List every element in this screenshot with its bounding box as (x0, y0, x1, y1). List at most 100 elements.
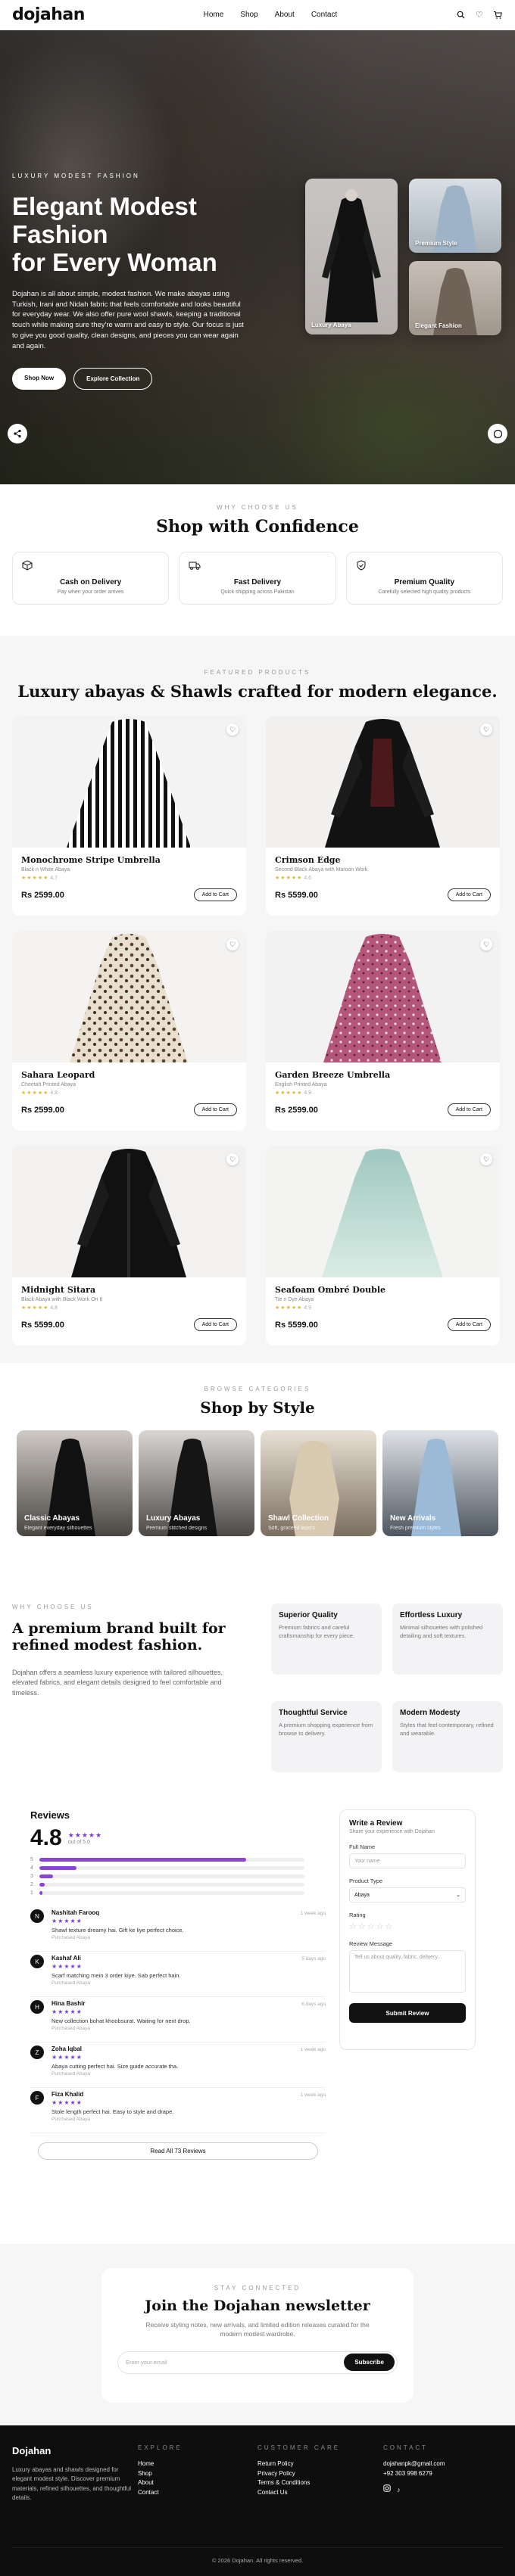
product-card[interactable]: ♡ Monochrome Stripe Umbrella Black n Whi… (12, 716, 246, 916)
footer-link-shop[interactable]: Shop (138, 2469, 258, 2479)
footer-link-contact[interactable]: Contact (138, 2488, 258, 2498)
subscribe-button[interactable]: Subscribe (344, 2354, 395, 2372)
submit-review-button[interactable]: Submit Review (349, 2003, 466, 2023)
product-price: Rs 5599.00 (275, 1320, 318, 1330)
footer-phone[interactable]: +92 303 998 6279 (383, 2469, 445, 2479)
footer-email[interactable]: dojahanpk@gmail.com (383, 2459, 445, 2469)
premium-card-desc: Minimal silhouettes with polished detail… (400, 1624, 483, 1639)
rating-bar-row: 4 (30, 1864, 326, 1872)
wishlist-heart-icon[interactable]: ♡ (226, 938, 239, 950)
footer-link-return-policy[interactable]: Return Policy (258, 2459, 383, 2469)
footer-link-privacy-policy[interactable]: Privacy Policy (258, 2469, 383, 2479)
rating-value: 4.8 (50, 1305, 58, 1311)
field-label: Review Message (349, 1940, 393, 1947)
product-type-select[interactable]: Abaya ⌄ (349, 1887, 466, 1902)
rating-value: 4.7 (50, 876, 58, 881)
form-title: Write a Review (349, 1819, 403, 1828)
instagram-icon[interactable] (383, 2484, 391, 2495)
wishlist-heart-icon[interactable]: ♡ (480, 938, 492, 950)
section-title: Shop with Confidence (156, 517, 359, 537)
category-desc: Fresh premium styles (390, 1526, 441, 1531)
tiktok-icon[interactable]: ♪ (397, 2484, 401, 2495)
newsletter-form: Enter your email Subscribe (117, 2350, 398, 2374)
logo[interactable]: dojahan (12, 5, 85, 24)
hero-description: Dojahan is all about simple, modest fash… (12, 289, 244, 350)
feature-desc: Pay when your order arrives (57, 590, 124, 595)
footer-link-home[interactable]: Home (138, 2459, 258, 2469)
premium-card-title: Effortless Luxury (400, 1611, 463, 1619)
review-text: Scarf matching mein 3 order kiye. Sab pe… (52, 1972, 181, 1979)
category-card[interactable]: New Arrivals Fresh premium styles (382, 1430, 498, 1536)
star-icons: ★★★★★ (275, 876, 303, 881)
product-card[interactable]: ♡ Crimson Edge Second Black Abaya with M… (266, 716, 500, 916)
category-card[interactable]: Luxury Abayas Premium stitched designs (139, 1430, 254, 1536)
explore-collection-button[interactable]: Explore Collection (73, 368, 153, 390)
product-name: Monochrome Stripe Umbrella (21, 855, 161, 865)
review-verified: Purchased Abaya (52, 2071, 90, 2077)
nav-link-contact[interactable]: Contact (311, 11, 337, 19)
wishlist-heart-icon[interactable]: ♡ (480, 723, 492, 736)
footer-link-terms[interactable]: Terms & Conditions (258, 2478, 383, 2488)
star-icons: ★★★★★ (52, 2099, 83, 2106)
wishlist-heart-icon[interactable]: ♡ (226, 723, 239, 736)
whatsapp-icon[interactable] (488, 424, 507, 443)
review-verified: Purchased Abaya (52, 2117, 90, 2122)
footer-link-contact-us[interactable]: Contact Us (258, 2488, 383, 2498)
add-to-cart-button[interactable]: Add to Cart (447, 1103, 491, 1116)
add-to-cart-button[interactable]: Add to Cart (447, 1318, 491, 1331)
email-input[interactable]: Enter your email (126, 2359, 344, 2366)
product-card[interactable]: ♡ Midnight Sitara Black Abaya with Black… (12, 1146, 246, 1346)
product-info: Crimson Edge Second Black Abaya with Mar… (266, 848, 500, 909)
section-kicker: STAY CONNECTED (214, 2285, 301, 2291)
product-subtitle: Second Black Abaya with Maroon Work (275, 867, 368, 873)
shop-now-button[interactable]: Shop Now (12, 368, 67, 390)
share-icon[interactable] (8, 424, 27, 443)
premium-card-title: Superior Quality (279, 1611, 338, 1619)
rating-bar-track (39, 1866, 304, 1870)
product-card[interactable]: ♡ Seafoam Ombré Double Tie n Dye Abaya ★… (266, 1146, 500, 1346)
add-to-cart-button[interactable]: Add to Cart (193, 1103, 237, 1116)
search-icon[interactable] (456, 10, 467, 20)
review-message-textarea[interactable]: Tell us about quality, fabric, delivery.… (349, 1950, 466, 1993)
category-card[interactable]: Shawl Collection Soft, graceful layers (261, 1430, 376, 1536)
cart-icon[interactable] (492, 10, 503, 20)
add-to-cart-button[interactable]: Add to Cart (193, 1318, 237, 1331)
footer-logo[interactable]: Dojahan (12, 2444, 138, 2459)
category-card[interactable]: Classic Abayas Elegant everyday silhouet… (17, 1430, 133, 1536)
hero-card-premium-style[interactable]: Premium Style (409, 179, 501, 253)
add-to-cart-button[interactable]: Add to Cart (447, 888, 491, 901)
rating-bar-label: 2 (30, 1882, 33, 1887)
hero-title-line: Elegant Modest (12, 192, 197, 220)
footer-link-about[interactable]: About (138, 2478, 258, 2488)
rating-bar-track (39, 1874, 304, 1878)
product-card[interactable]: ♡ Garden Breeze Umbrella English Printed… (266, 931, 500, 1131)
rating-bar-row: 3 (30, 1872, 326, 1881)
abaya-illustration (323, 934, 442, 1062)
heart-icon[interactable]: ♡ (474, 10, 485, 20)
product-name: Sahara Leopard (21, 1070, 95, 1080)
wishlist-heart-icon[interactable]: ♡ (480, 1153, 492, 1165)
box-icon (22, 560, 33, 573)
hero-card-elegant-fashion[interactable]: Elegant Fashion (409, 261, 501, 335)
name-input[interactable]: Your name (349, 1853, 466, 1868)
product-card[interactable]: ♡ Sahara Leopard Cheetah Printed Abaya ★… (12, 931, 246, 1131)
nav-link-shop[interactable]: Shop (240, 11, 258, 19)
add-to-cart-button[interactable]: Add to Cart (193, 888, 237, 901)
read-all-reviews-button[interactable]: Read All 73 Reviews (38, 2142, 318, 2160)
product-rating: ★★★★★ 4.8 (21, 1305, 237, 1311)
category-desc: Elegant everyday silhouettes (24, 1526, 92, 1531)
wishlist-heart-icon[interactable]: ♡ (226, 1153, 239, 1165)
rating-star-input[interactable]: ☆☆☆☆☆ (349, 1921, 466, 1931)
feature-title: Premium Quality (394, 578, 455, 586)
abaya-illustration (71, 1149, 186, 1277)
footer-brand: Dojahan Luxury abayas and shawls designe… (12, 2444, 138, 2503)
hero-card-luxury-abaya[interactable]: Luxury Abaya (305, 179, 398, 334)
nav-link-about[interactable]: About (275, 11, 295, 19)
product-info: Sahara Leopard Cheetah Printed Abaya ★★★… (12, 1062, 246, 1124)
product-price: Rs 2599.00 (275, 1105, 318, 1115)
review-text: Shawl texture dreamy hai. Gift ke liye p… (52, 1927, 184, 1934)
nav-link-home[interactable]: Home (204, 11, 224, 19)
newsletter-section: STAY CONNECTED Join the Dojahan newslett… (0, 2244, 515, 2425)
product-info: Midnight Sitara Black Abaya with Black W… (12, 1277, 246, 1339)
hero-title: Elegant Modest Fashion for Every Woman (12, 192, 247, 277)
